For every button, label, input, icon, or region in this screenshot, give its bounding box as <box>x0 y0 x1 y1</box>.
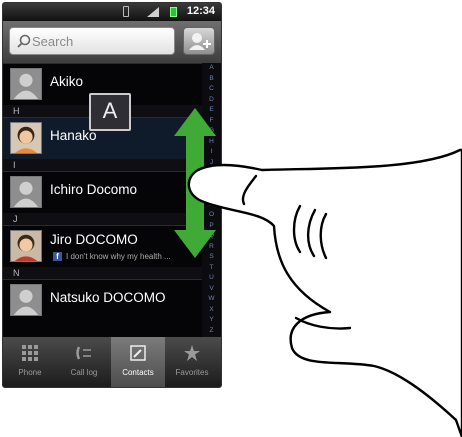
battery-icon <box>170 7 177 17</box>
section-header-j: J <box>3 213 203 225</box>
index-letter-popup: A <box>89 93 131 131</box>
default-avatar-icon <box>10 68 42 100</box>
contact-row-ichiro[interactable]: Ichiro Docomo <box>3 171 203 214</box>
index-letter[interactable]: E <box>202 105 221 116</box>
facebook-icon: f <box>53 252 62 261</box>
call-log-icon <box>76 346 91 360</box>
index-letter[interactable]: O <box>202 210 221 221</box>
tab-label: Favorites <box>175 368 209 377</box>
contact-name: Akiko <box>50 74 84 89</box>
finger-hand-icon <box>187 148 462 437</box>
index-letter[interactable]: Z <box>202 326 221 337</box>
index-letter[interactable]: P <box>202 221 221 232</box>
search-placeholder: Search <box>32 34 74 49</box>
index-letter[interactable]: Q <box>202 231 221 242</box>
contact-name: Ichiro Docomo <box>50 182 138 197</box>
tab-label: Contacts <box>122 368 154 377</box>
section-header-i: I <box>3 159 203 171</box>
tab-contacts[interactable]: Contacts <box>111 337 165 387</box>
search-bar: Search <box>3 21 221 63</box>
index-letter[interactable]: T <box>202 263 221 274</box>
contact-name: Jiro DOCOMO <box>50 232 138 247</box>
search-icon <box>17 34 31 48</box>
signal-icon <box>147 7 159 17</box>
index-letter[interactable]: W <box>202 294 221 305</box>
index-letter[interactable]: A <box>202 63 221 74</box>
section-header-n: N <box>3 267 203 279</box>
tab-label: Call log <box>70 368 98 377</box>
index-letter[interactable]: U <box>202 273 221 284</box>
index-letter[interactable]: V <box>202 284 221 295</box>
index-letter[interactable]: B <box>202 74 221 85</box>
tab-phone[interactable]: Phone <box>3 337 57 387</box>
contact-photo <box>10 230 42 262</box>
bottom-tab-bar: Phone Call log Contacts Favorites <box>3 337 221 387</box>
index-letter[interactable]: C <box>202 84 221 95</box>
alphabet-fast-scroll[interactable]: A B C D E F G H I J K L M N O P Q R S T … <box>202 63 221 337</box>
default-avatar-icon <box>10 176 42 208</box>
contact-status: I don't know why my health ... <box>66 252 171 261</box>
index-letter[interactable]: S <box>202 252 221 263</box>
contact-photo <box>10 122 42 154</box>
usb-icon <box>123 6 129 17</box>
index-letter[interactable]: X <box>202 305 221 316</box>
index-letter[interactable]: M <box>202 189 221 200</box>
search-input[interactable]: Search <box>9 27 175 55</box>
tab-favorites[interactable]: Favorites <box>165 337 219 387</box>
contact-name: Natsuko DOCOMO <box>50 290 166 305</box>
index-letter[interactable]: R <box>202 242 221 253</box>
index-letter[interactable]: G <box>202 126 221 137</box>
status-time: 12:34 <box>186 5 215 17</box>
index-letter[interactable]: K <box>202 168 221 179</box>
add-contact-button[interactable] <box>183 27 215 55</box>
index-letter[interactable]: I <box>202 147 221 158</box>
index-letter[interactable]: N <box>202 200 221 211</box>
tab-call-log[interactable]: Call log <box>57 337 111 387</box>
phone-screen: 12:34 Search Akiko H Hanako I Ichiro Doc… <box>2 2 222 388</box>
add-contact-icon <box>189 33 211 50</box>
index-letter[interactable]: D <box>202 95 221 106</box>
default-avatar-icon <box>10 284 42 316</box>
index-letter[interactable]: J <box>202 158 221 169</box>
tab-label: Phone <box>18 368 42 377</box>
contacts-icon <box>130 345 146 361</box>
contact-row-jiro[interactable]: Jiro DOCOMO f I don't know why my health… <box>3 225 203 268</box>
index-letter[interactable]: L <box>202 179 221 190</box>
status-bar: 12:34 <box>3 3 221 21</box>
contact-list[interactable]: Akiko H Hanako I Ichiro Docomo J Jiro DO… <box>3 63 221 337</box>
dialpad-icon <box>22 345 38 361</box>
contact-row-natsuko[interactable]: Natsuko DOCOMO <box>3 279 203 322</box>
index-letter[interactable]: Y <box>202 315 221 326</box>
index-letter[interactable]: H <box>202 137 221 148</box>
index-letter[interactable]: F <box>202 116 221 127</box>
star-icon <box>184 345 200 361</box>
